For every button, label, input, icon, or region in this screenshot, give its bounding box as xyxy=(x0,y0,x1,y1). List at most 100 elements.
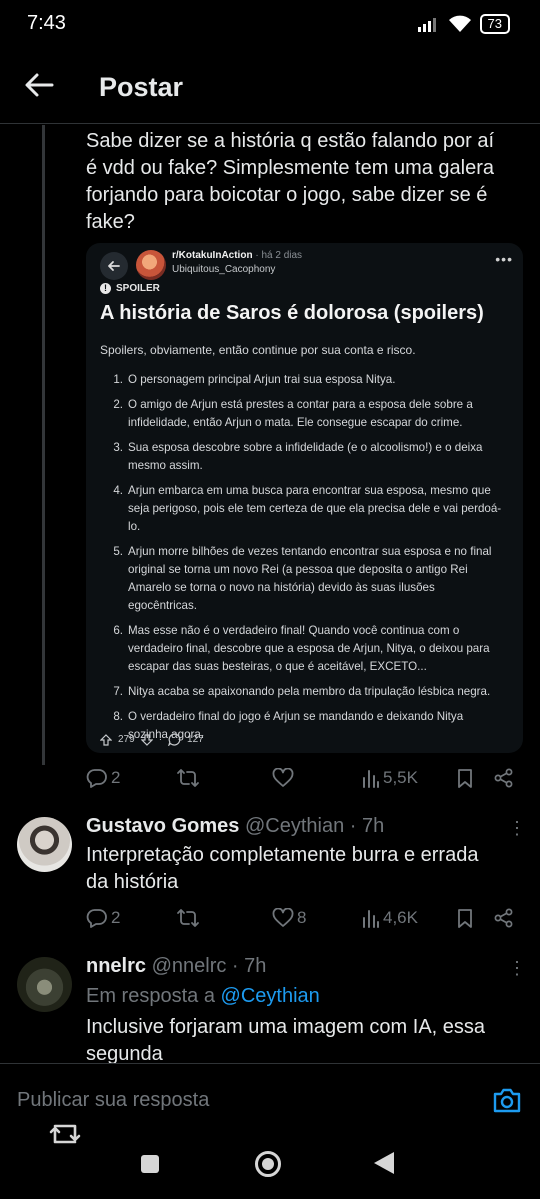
handle-and-time[interactable]: @Ceythian · 7h xyxy=(245,815,384,837)
heart-icon xyxy=(272,768,294,787)
list-item-text: Nitya acaba se apaixonando pela membro d… xyxy=(128,683,490,701)
reply-button[interactable]: 2 xyxy=(86,906,120,930)
list-item-line: Arjun embarca em uma busca para encontra… xyxy=(128,484,491,497)
more-options-icon[interactable]: ⋮ xyxy=(508,818,526,839)
reply-button[interactable]: 2 xyxy=(86,766,120,790)
list-item-line: Sua esposa descobre sobre a infidelidade… xyxy=(128,441,483,454)
tweet-actions: 2 5,5K xyxy=(86,766,526,790)
list-item-line: Nitya acaba se apaixonando pela membro d… xyxy=(128,685,491,698)
list-item-number: 7. xyxy=(113,685,123,698)
reply-text: Interpretação completamente burra e erra… xyxy=(86,842,526,896)
avatar[interactable] xyxy=(17,817,72,872)
share-icon xyxy=(494,908,513,928)
list-item-line: egocêntricas. xyxy=(128,599,197,612)
tweet-text: Sabe dizer se a história q estão falando… xyxy=(86,128,526,236)
thread-connector-line xyxy=(42,125,45,765)
back-arrow-icon[interactable] xyxy=(22,68,56,102)
reply-to-prefix: Em resposta a xyxy=(86,985,215,1007)
like-button[interactable]: 8 xyxy=(272,906,306,930)
spoiler-label: SPOILER xyxy=(116,283,160,294)
reply-icon xyxy=(86,769,107,788)
views-button[interactable]: 5,5K xyxy=(362,766,418,790)
list-item-line: verdadeiro final, descobre que a esposa … xyxy=(128,642,490,655)
list-item: 6. Mas esse não é o verdadeiro final! Qua… xyxy=(102,622,516,676)
bookmark-button[interactable] xyxy=(456,906,474,930)
share-button[interactable] xyxy=(494,766,514,790)
post-author: Ubiquitous_Cacophony xyxy=(172,264,276,275)
retweet-button[interactable] xyxy=(176,906,203,930)
list-item: 3. Sua esposa descobre sobre a infidelida… xyxy=(102,439,516,475)
display-name[interactable]: nnelrc xyxy=(86,955,146,977)
status-icons: 73 xyxy=(417,14,510,34)
list-item: 2. O amigo de Arjun está prestes a contar… xyxy=(102,396,516,432)
system-back-button[interactable] xyxy=(374,1152,394,1174)
alert-icon: ! xyxy=(100,283,111,294)
reply-header: nnelrc @nnelrc · 7h xyxy=(86,955,266,978)
views-count: 5,5K xyxy=(383,768,418,787)
handle-and-time[interactable]: @nnelrc · 7h xyxy=(152,955,267,977)
list-item-number: 4. xyxy=(113,484,123,497)
list-item-text: Arjun morre bilhões de vezes tentando en… xyxy=(128,543,492,615)
avatar[interactable] xyxy=(17,957,72,1012)
reply-input[interactable]: Publicar sua resposta xyxy=(17,1089,209,1112)
tweet-text-line: é vdd ou fake? Simplesmente tem uma gale… xyxy=(86,157,494,179)
heart-icon xyxy=(272,908,294,927)
reply-icon xyxy=(86,909,107,928)
list-item: 4. Arjun embarca em uma busca para encont… xyxy=(102,482,516,536)
list-item-line: seja perigoso, pois ele tem certeza de q… xyxy=(128,502,502,515)
subreddit-name: r/KotakuInAction xyxy=(172,250,253,261)
list-item-text: O personagem principal Arjun trai sua es… xyxy=(128,371,395,389)
embedded-image[interactable]: r/KotakuInAction · há 2 dias Ubiquitous_… xyxy=(86,243,523,753)
views-button[interactable]: 4,6K xyxy=(362,906,418,930)
share-button[interactable] xyxy=(494,906,514,930)
list-item-text: Arjun embarca em uma busca para encontra… xyxy=(128,482,501,536)
list-item-text: Sua esposa descobre sobre a infidelidade… xyxy=(128,439,482,475)
list-item-line: Mas esse não é o verdadeiro final! Quand… xyxy=(128,624,460,637)
subreddit-avatar xyxy=(136,250,166,280)
list-item-line: Amarelo se torna o novo na história) dev… xyxy=(128,581,435,594)
tweet-text-line: forjando para boicotar o jogo, sabe dize… xyxy=(86,184,488,206)
post-title: A história de Saros é dolorosa (spoilers… xyxy=(100,302,484,324)
bookmark-button[interactable] xyxy=(456,766,474,790)
list-item-number: 1. xyxy=(113,373,123,386)
list-item-line: original se torna um novo Rei (a pessoa … xyxy=(128,563,468,576)
tweet-text-line: Sabe dizer se a história q estão falando… xyxy=(86,130,495,152)
post-footer: 279 · 127 xyxy=(100,733,204,746)
list-item-text: Mas esse não é o verdadeiro final! Quand… xyxy=(128,622,490,676)
signal-icon xyxy=(417,18,436,32)
battery-icon: 73 xyxy=(479,14,510,34)
list-item-line: lo. xyxy=(128,520,141,533)
comment-count: 127 xyxy=(187,734,204,745)
home-button[interactable] xyxy=(255,1151,281,1177)
display-name[interactable]: Gustavo Gomes xyxy=(86,815,239,837)
bookmark-icon xyxy=(458,909,472,928)
like-button[interactable] xyxy=(272,766,297,790)
subreddit-line: r/KotakuInAction · há 2 dias xyxy=(172,250,302,261)
views-icon xyxy=(363,910,379,928)
more-options-icon: ••• xyxy=(495,251,513,267)
list-item-number: 5. xyxy=(113,545,123,558)
reply-text-line: Inclusive forjaram uma imagem com IA, es… xyxy=(86,1016,486,1038)
comment-icon xyxy=(168,733,181,746)
retweet-icon[interactable] xyxy=(47,1122,83,1146)
list-item-line: infidelidade, então Arjun o mata. Ele co… xyxy=(128,416,463,429)
recent-apps-button[interactable] xyxy=(141,1155,159,1173)
downvote-icon xyxy=(140,733,153,746)
reply-text: Inclusive forjaram uma imagem com IA, es… xyxy=(86,1014,526,1068)
wifi-icon xyxy=(448,15,471,32)
post-intro: Spoilers, obviamente, então continue por… xyxy=(100,343,416,357)
reply-actions: 2 8 4,6K xyxy=(86,906,526,930)
list-item: 1. O personagem principal Arjun trai sua … xyxy=(102,371,516,389)
retweet-button[interactable] xyxy=(176,766,203,790)
camera-icon[interactable] xyxy=(492,1086,522,1114)
share-icon xyxy=(494,768,513,788)
spoiler-badge: ! SPOILER xyxy=(100,283,160,294)
list-item-line: O amigo de Arjun está prestes a contar p… xyxy=(128,398,473,411)
list-item-number: 6. xyxy=(113,624,123,637)
bookmark-icon xyxy=(458,769,472,788)
post-list: 1. O personagem principal Arjun trai sua … xyxy=(102,371,516,751)
top-app-bar: Postar xyxy=(0,52,540,124)
reply-header: Gustavo Gomes @Ceythian · 7h xyxy=(86,815,384,838)
more-options-icon[interactable]: ⋮ xyxy=(508,958,526,979)
reply-to-handle[interactable]: @Ceythian xyxy=(221,985,320,1007)
